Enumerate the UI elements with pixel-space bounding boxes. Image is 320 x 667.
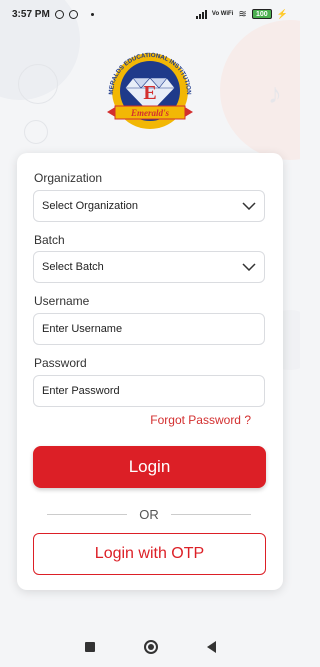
music-note-icon: ♪ <box>268 78 282 109</box>
username-placeholder: Enter Username <box>42 323 123 335</box>
back-icon[interactable] <box>206 641 216 653</box>
battery-icon: 100 <box>251 9 272 19</box>
status-time: 3:57 PM <box>12 8 50 20</box>
organization-label: Organization <box>34 171 103 185</box>
more-notifications-icon <box>90 12 94 16</box>
status-bar: 3:57 PM Vo WiFi ≋ 100 ⚡ <box>0 0 300 28</box>
logo-letter: E <box>143 82 156 104</box>
institution-logo: EMERALDS EDUCATIONAL INSTITUTIONS E Emer… <box>103 46 193 129</box>
login-with-otp-button[interactable]: Login with OTP <box>33 533 266 575</box>
system-nav-bar <box>0 627 300 667</box>
password-placeholder: Enter Password <box>42 385 120 397</box>
notification-icon <box>54 9 64 19</box>
logo-banner-text: Emerald's <box>130 108 170 118</box>
network-type: Vo WiFi <box>211 11 234 17</box>
username-label: Username <box>34 294 90 308</box>
or-text: OR <box>139 506 159 522</box>
home-icon[interactable] <box>143 640 158 654</box>
password-input[interactable]: Enter Password <box>33 375 265 407</box>
signal-icon <box>195 9 207 19</box>
forgot-password-link[interactable]: Forgot Password ? <box>150 413 251 427</box>
recents-icon[interactable] <box>84 642 95 652</box>
batch-value: Select Batch <box>42 261 104 273</box>
batch-label: Batch <box>34 233 65 247</box>
divider-line <box>170 513 251 515</box>
bg-clock-doodle <box>18 64 58 104</box>
divider-line <box>47 513 128 515</box>
username-input[interactable]: Enter Username <box>33 313 265 345</box>
login-button[interactable]: Login <box>33 446 266 488</box>
batch-dropdown[interactable]: Select Batch <box>33 251 265 283</box>
organization-value: Select Organization <box>42 200 138 212</box>
or-divider: OR <box>47 506 251 522</box>
bg-ring-doodle <box>24 120 48 144</box>
chevron-down-icon <box>242 263 256 271</box>
login-card: Organization Select Organization Batch S… <box>17 153 283 590</box>
notification-icon <box>68 9 78 19</box>
wifi-icon: ≋ <box>238 8 247 20</box>
bg-circle <box>220 20 300 160</box>
password-label: Password <box>34 356 87 370</box>
chevron-down-icon <box>242 202 256 210</box>
organization-dropdown[interactable]: Select Organization <box>33 190 265 222</box>
charging-icon: ⚡ <box>276 8 288 19</box>
